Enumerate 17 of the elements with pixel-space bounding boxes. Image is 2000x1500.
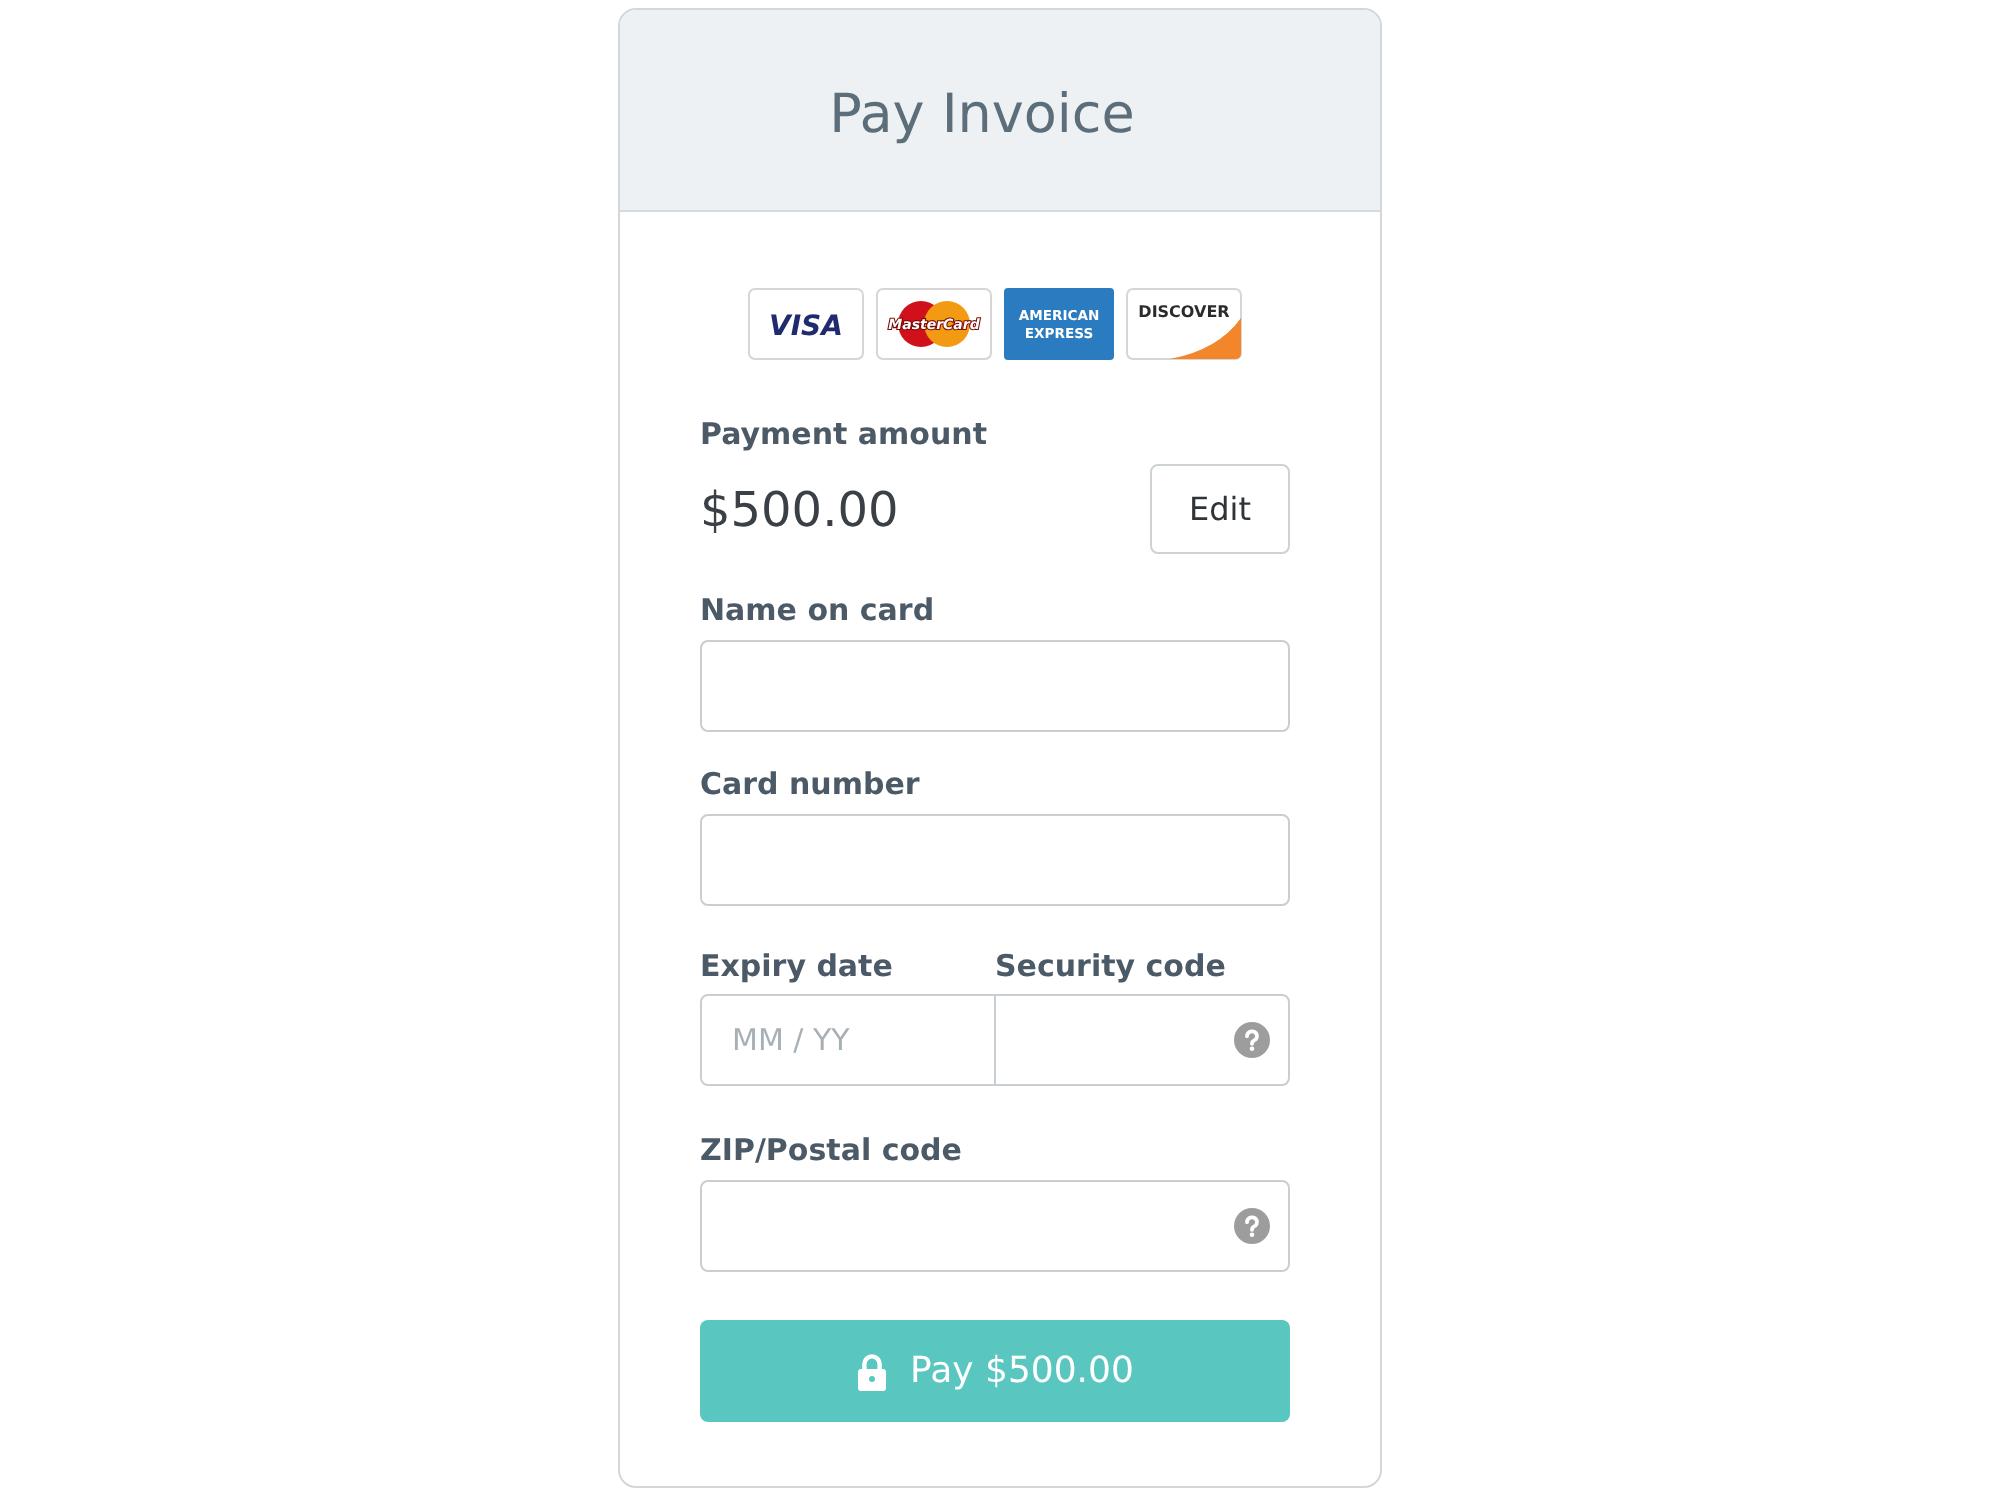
panel-title: Pay Invoice — [829, 83, 1135, 149]
input-field[interactable] — [700, 814, 1290, 906]
field-label: ZIP/Postal code — [700, 1130, 962, 1170]
field-label: Security code — [995, 946, 1226, 986]
edit-button[interactable]: Edit — [1150, 464, 1290, 554]
field-label: Name on card — [700, 590, 935, 630]
input-field[interactable] — [700, 1180, 1290, 1272]
visa-logo: VISA — [748, 288, 864, 360]
discover-logo: DISCOVER — [1126, 288, 1242, 360]
input-field[interactable] — [993, 994, 1290, 1086]
field-label: Expiry date — [700, 946, 893, 986]
lock-icon — [856, 1351, 889, 1391]
field-label: Card number — [700, 764, 920, 804]
field-label: Payment amount — [700, 414, 987, 454]
input-field[interactable] — [700, 640, 1290, 732]
input-field[interactable]: MM / YY — [700, 994, 995, 1086]
payment-amount: $500.00 — [700, 479, 899, 539]
